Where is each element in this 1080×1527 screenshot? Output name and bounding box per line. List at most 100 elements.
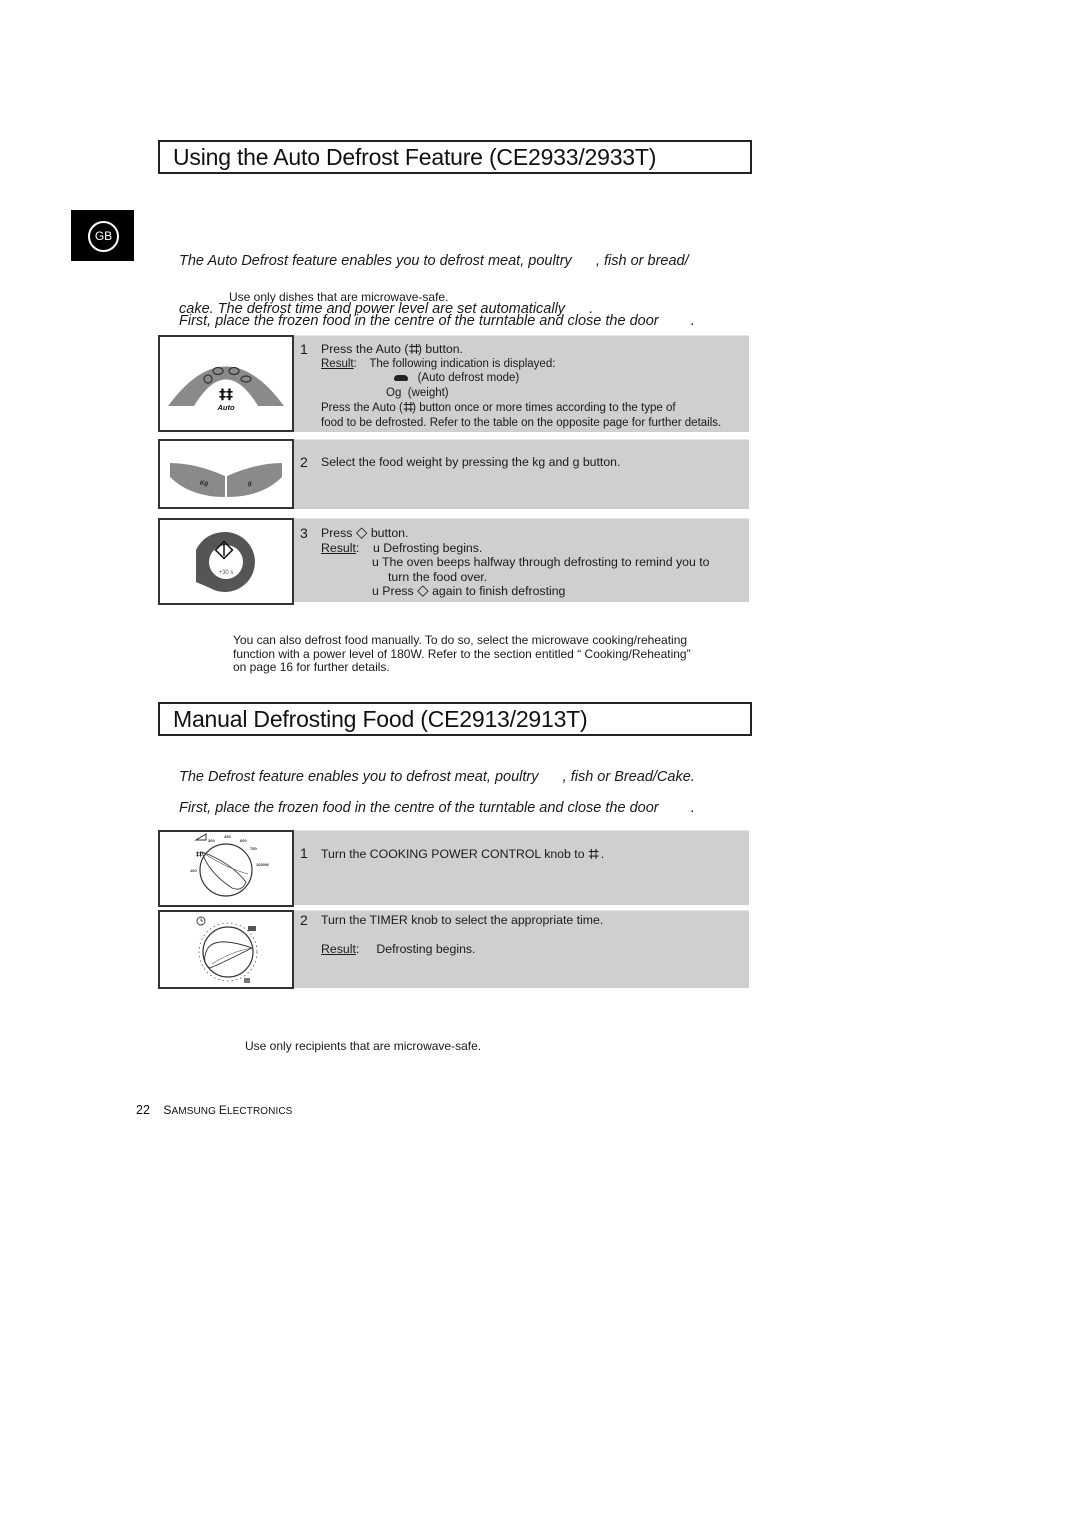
note-line: on page 16 for further details. <box>233 660 390 675</box>
result-text: Defrosting begins. <box>376 942 476 956</box>
step2-image-weight-buttons: Kg g <box>158 439 294 509</box>
step3-image-start-button: +30 s <box>158 518 294 605</box>
step-number: 1 <box>300 341 308 357</box>
brand-text: LECTRONICS <box>227 1106 293 1117</box>
auto-label: Auto <box>216 403 234 412</box>
start-icon: ◇ <box>417 582 429 600</box>
start-icon: ◇ <box>355 524 368 541</box>
step-text: Turn the COOKING POWER CONTROL knob to <box>321 847 585 861</box>
step1-image-auto-panel: ‡‡ Auto <box>158 335 294 432</box>
defrost-icon: ‡‡ <box>196 851 202 858</box>
note-line: You can also defrost food manually. To d… <box>233 633 688 647</box>
result-text: The following indication is displayed: <box>369 357 556 370</box>
step1-instructions: Press the Auto (‡‡) button. Result: The … <box>321 342 721 431</box>
step3-result-2: u The oven beeps halfway through defrost… <box>321 555 709 570</box>
dial-label: 600 <box>240 838 247 843</box>
result-label: Result <box>321 540 356 555</box>
first-instruction: First, place the frozen food in the cent… <box>179 313 695 329</box>
language-tab: GB <box>71 210 134 261</box>
auto-control-panel-illustration: ‡‡ Auto <box>168 366 284 412</box>
step-number: 2 <box>300 912 308 928</box>
step1-extra-line2: food to be defrosted. Refer to the table… <box>321 416 722 429</box>
step-text: Press the Auto ( <box>321 342 409 356</box>
step-text: button. <box>370 526 409 540</box>
weight-buttons-illustration: Kg g <box>170 463 282 497</box>
result-text: Defrosting begins. <box>383 540 483 555</box>
result-label: Result <box>321 942 356 956</box>
step1-main: Press the Auto (‡‡) button. <box>321 342 721 357</box>
note-line: function with a power level of 180W. Ref… <box>233 646 691 661</box>
timer-knob-illustration <box>196 916 258 983</box>
indication-weight: Og (weight) <box>321 386 721 401</box>
kg-button-label: Kg <box>200 481 208 487</box>
manual-step1-image-power-knob: 300 450 600 750 1000W 100 ‡‡ <box>158 830 294 907</box>
brand-name: SAMSUNG ELECTRONICS <box>163 1103 293 1117</box>
manual-defrost-note: You can also defrost food manually. To d… <box>233 633 691 675</box>
bullet: u <box>372 584 379 599</box>
result-label: Result <box>321 357 354 370</box>
step3-result-2b: turn the food over. <box>388 569 488 584</box>
bullet: u <box>372 540 380 555</box>
step-text: . <box>600 847 605 861</box>
defrost-icon: ‡‡ <box>587 847 599 861</box>
microwave-safe-recipients-note: Use only recipients that are microwave-s… <box>245 1039 482 1053</box>
step1-extra: Press the Auto (‡‡) button once or more … <box>321 400 721 416</box>
step3-result-1: Result: u Defrosting begins. <box>321 540 483 555</box>
section-title-auto-defrost: Using the Auto Defrost Feature (CE2933/2… <box>158 140 752 174</box>
weight-value: Og <box>386 386 402 399</box>
manual-step2-panel: 2 Turn the TIMER knob to select the appr… <box>294 910 749 988</box>
page-footer: 22 SAMSUNG ELECTRONICS <box>136 1103 292 1117</box>
step1-result: Result: The following indication is disp… <box>321 357 556 370</box>
start-button-illustration: +30 s <box>196 532 255 592</box>
power-control-knob-illustration: 300 450 600 750 1000W 100 ‡‡ <box>190 833 269 897</box>
step-number: 2 <box>300 454 308 470</box>
g-button-label: g <box>247 481 252 487</box>
step-text: ) button. <box>417 342 463 356</box>
section-title-manual-defrost: Manual Defrosting Food (CE2913/2913T) <box>158 702 752 736</box>
auto-defrost-icon: ‡‡ <box>402 400 414 415</box>
manual-step2-main: Turn the TIMER knob to select the approp… <box>321 913 604 927</box>
dial-label: 100 <box>190 868 197 873</box>
step3-instructions: Press ◇ button. Result: u Defrosting beg… <box>321 524 709 600</box>
dial-label: 300 <box>208 838 215 843</box>
dial-label: 1000W <box>256 862 269 867</box>
result-text: again to finish defrosting <box>432 584 566 599</box>
step3-result-3: u Press ◇ again to finish defrosting <box>321 582 709 600</box>
manual-defrost-intro: The Defrost feature enables you to defro… <box>179 769 695 785</box>
defrost-mode-icon <box>394 375 408 382</box>
step3-panel: 3 Press ◇ button. Result: u Defrosting b… <box>294 518 749 602</box>
dial-label: 750 <box>250 846 257 851</box>
step-text: Press <box>321 526 353 540</box>
result-text: The oven beeps halfway through defrostin… <box>382 555 710 570</box>
step-number: 1 <box>300 845 308 861</box>
dial-label: 450 <box>224 834 231 839</box>
manual-step1-panel: 1 Turn the COOKING POWER CONTROL knob to… <box>294 830 749 905</box>
language-badge: GB <box>88 221 119 252</box>
brand-initial: S <box>163 1103 172 1117</box>
bullet: u <box>372 555 379 570</box>
step-text: Press the Auto ( <box>321 402 403 415</box>
step-text: ) button once or more times according to… <box>412 402 676 415</box>
manual-step2-result: Result: Defrosting begins. <box>321 942 476 956</box>
manual-step2-image-timer-knob <box>158 910 294 989</box>
step3-main: Press ◇ button. <box>321 524 709 541</box>
brand-text: AMSUNG <box>171 1106 216 1117</box>
step2-main: Select the food weight by pressing the k… <box>321 455 621 469</box>
section-title-text: Manual Defrosting Food (CE2913/2913T) <box>173 706 588 732</box>
manual-step1-main: Turn the COOKING POWER CONTROL knob to ‡… <box>321 847 604 862</box>
microwave-safe-note: Use only dishes that are microwave-safe. <box>229 290 449 304</box>
indication-mode: (Auto defrost mode) <box>321 371 721 386</box>
weight-label: (weight) <box>407 386 449 399</box>
auto-defrost-icon: ‡‡ <box>219 387 233 403</box>
brand-initial: E <box>218 1103 227 1117</box>
step1-panel: 1 Press the Auto (‡‡) button. Result: Th… <box>294 335 749 432</box>
auto-defrost-icon: ‡‡ <box>408 342 420 356</box>
result-text: Press <box>382 584 414 599</box>
intro-line: The Auto Defrost feature enables you to … <box>179 252 689 269</box>
page-number: 22 <box>136 1103 150 1117</box>
section-title-text: Using the Auto Defrost Feature (CE2933/2… <box>173 144 657 170</box>
step2-panel: 2 Select the food weight by pressing the… <box>294 439 749 509</box>
indication-text: (Auto defrost mode) <box>417 372 520 385</box>
plus-30s-label: +30 s <box>219 570 234 576</box>
first-instruction: First, place the frozen food in the cent… <box>179 800 695 816</box>
